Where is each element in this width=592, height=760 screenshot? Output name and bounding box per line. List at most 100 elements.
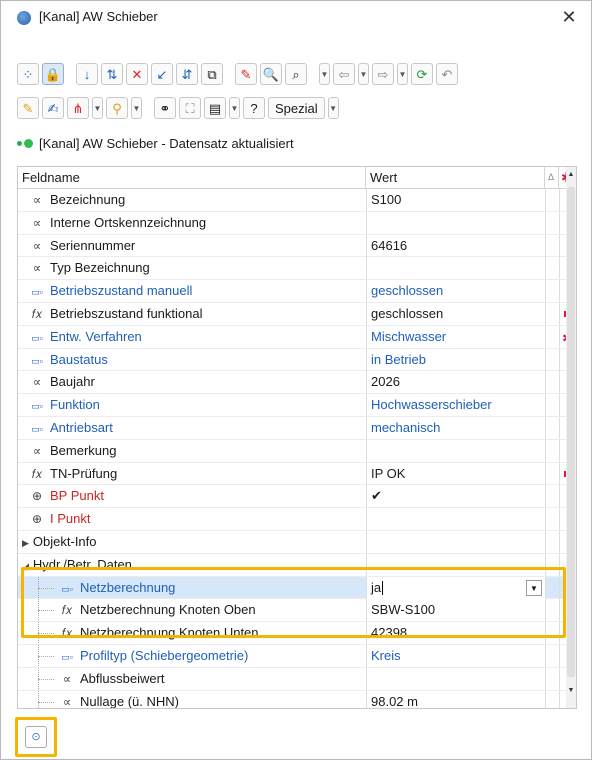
refresh-icon[interactable]: ⟳ [411, 63, 433, 85]
lock-icon[interactable]: 🔒 [42, 63, 64, 85]
field-name-cell[interactable]: ▭▫ Netzberechnung [18, 576, 366, 599]
field-value-cell[interactable]: mechanisch [366, 416, 545, 439]
close-button[interactable]: ✕ [557, 5, 581, 29]
table-row[interactable]: ▭▫Entw. VerfahrenMischwasser✱ [18, 325, 573, 349]
table-row[interactable]: ∝ Abflussbeiwert [18, 667, 566, 691]
field-value-cell[interactable]: 98.02 m [366, 690, 545, 708]
table-row[interactable]: ∝ Nullage (ü. NHN) 98.02 m [18, 690, 566, 708]
table-row[interactable]: ∝ Bemerkung [18, 439, 566, 463]
field-name-cell[interactable]: ▭▫ Profiltyp (Schiebergeometrie) [18, 644, 366, 667]
hierarchy-icon[interactable]: ⚭ [154, 97, 176, 119]
branch-arrows-icon[interactable]: ⇵ [176, 63, 198, 85]
field-name-cell[interactable]: ∝ Seriennummer [18, 235, 366, 257]
table-row[interactable]: ⊕ I Punkt [18, 508, 566, 531]
camera-icon[interactable]: ⛶ [179, 97, 201, 119]
table-row[interactable]: 𝑓𝑥 Netzberechnung Knoten Oben SBW-S100 [18, 599, 570, 623]
arrow-down-icon[interactable]: ↓ [76, 63, 98, 85]
field-value-cell[interactable]: ja ▼ [366, 576, 545, 599]
table-row[interactable]: 𝑓𝑥 Betriebszustand funktional geschlossen [18, 302, 570, 326]
eraser-icon[interactable]: ✎ [235, 63, 257, 85]
expand-toggle-icon[interactable]: ◢ [22, 561, 29, 571]
table-row[interactable]: ▭▫ Profiltyp (Schiebergeometrie) Kreis [18, 644, 566, 668]
field-value-cell[interactable]: 64616 [366, 234, 545, 257]
document-icon[interactable]: ▤ [204, 97, 226, 119]
binoculars-icon[interactable]: ⌕ [285, 63, 307, 85]
column-header-feldname[interactable]: Feldname [18, 167, 366, 188]
fan-icon[interactable]: ⋔ [67, 97, 89, 119]
field-value-cell[interactable] [366, 439, 545, 462]
field-name-cell[interactable]: ∝ Nullage (ü. NHN) [18, 690, 366, 708]
table-row[interactable]: 𝑓𝑥 TN-Prüfung IP OK [18, 462, 570, 486]
back-arrow-icon[interactable]: ⇦ [333, 63, 355, 85]
field-name-cell[interactable]: ▭▫ Baustatus [18, 349, 366, 371]
delete-x-icon[interactable]: ✕ [126, 63, 148, 85]
field-value-cell[interactable] [366, 508, 545, 531]
field-value-cell[interactable] [366, 667, 545, 690]
edit-list-icon[interactable]: ✍ [42, 97, 64, 119]
field-name-cell[interactable]: ▭▫ Antriebsart [18, 417, 366, 439]
field-value-cell[interactable]: geschlossen [366, 302, 545, 325]
table-row[interactable]: ∝ Baujahr 2026 [18, 371, 566, 395]
field-value-cell[interactable] [366, 257, 545, 280]
forward-arrow-icon[interactable]: ⇨ [372, 63, 394, 85]
value-input[interactable]: ja [371, 580, 381, 595]
group-hydr-betr-daten[interactable]: ◢ Hydr./Betr. Daten [18, 553, 566, 577]
table-row[interactable]: ▭▫ Antriebsart mechanisch [18, 416, 566, 440]
field-name-cell[interactable]: ∝ Bezeichnung [18, 189, 366, 211]
column-header-delta[interactable]: Δ [545, 167, 559, 188]
field-value-cell[interactable]: geschlossen [366, 280, 545, 303]
field-name-cell[interactable]: ∝ Typ Bezeichnung [18, 257, 366, 279]
network-settings-button[interactable]: ⊙ [15, 717, 57, 757]
table-row[interactable]: ▭▫ Netzberechnung ja ▼ [18, 576, 566, 600]
field-name-cell[interactable]: ∝ Bemerkung [18, 440, 366, 462]
field-name-cell[interactable]: 𝑓𝑥 Netzberechnung Knoten Oben [18, 599, 366, 622]
arrow-down-left-icon[interactable]: ↙ [151, 63, 173, 85]
table-row[interactable]: ⊕ BP Punkt ✔ [18, 485, 566, 509]
group-label-cell[interactable]: ◢ Hydr./Betr. Daten [18, 554, 366, 576]
dropdown-arrow-icon[interactable]: ▼ [229, 97, 240, 119]
swap-arrows-icon[interactable]: ⇅ [101, 63, 123, 85]
dropdown-arrow-icon[interactable]: ▼ [397, 63, 408, 85]
scroll-up-icon[interactable]: ▲ [566, 171, 576, 178]
group-objekt-info[interactable]: ▶ Objekt-Info [18, 530, 566, 554]
field-name-cell[interactable]: 𝑓𝑥 TN-Prüfung [18, 463, 366, 485]
field-name-cell[interactable]: ▭▫ Funktion [18, 394, 366, 416]
group-label-cell[interactable]: ▶ Objekt-Info [18, 531, 366, 553]
pen-icon[interactable]: ✎ [17, 97, 39, 119]
field-value-cell[interactable]: Mischwasser [366, 325, 545, 348]
table-row[interactable]: ▭▫ Funktion Hochwasserschieber [18, 394, 566, 417]
dropdown-arrow-icon[interactable]: ▼ [358, 63, 369, 85]
field-name-cell[interactable]: 𝑓𝑥 Betriebszustand funktional [18, 303, 366, 325]
spezial-dropdown-icon[interactable]: ▼ [327, 97, 339, 119]
field-value-cell[interactable] [366, 211, 545, 234]
scroll-down-icon[interactable]: ▼ [566, 687, 576, 694]
undo-icon[interactable]: ↶ [436, 63, 458, 85]
field-value-cell[interactable]: Hochwasserschieber [366, 394, 545, 417]
table-row[interactable]: ▭▫ Betriebszustand manuell geschlossen [18, 280, 566, 303]
field-name-cell[interactable]: ▭▫ Betriebszustand manuell [18, 280, 366, 302]
field-name-cell[interactable]: ▭▫ Entw. Verfahren [18, 326, 366, 348]
column-header-wert[interactable]: Wert [366, 167, 545, 188]
table-row[interactable]: ∝ Bezeichnung S100 [18, 189, 566, 212]
map-pin-icon[interactable]: ⚲ [106, 97, 128, 119]
field-value-cell[interactable]: S100 [366, 189, 545, 211]
table-row[interactable]: ▭▫ Baustatus in Betrieb [18, 348, 566, 372]
dropdown-arrow-icon[interactable]: ▼ [92, 97, 103, 119]
table-row[interactable]: ∝ Interne Ortskennzeichnung [18, 211, 566, 235]
dropdown-arrow-icon[interactable]: ▼ [131, 97, 142, 119]
network-nodes-icon[interactable]: ⁘ [17, 63, 39, 85]
field-name-cell[interactable]: 𝑓𝑥 Netzberechnung Knoten Unten [18, 622, 366, 645]
field-value-cell[interactable]: SBW-S100 [366, 599, 545, 622]
copy-icon[interactable]: ⧉ [201, 63, 223, 85]
field-name-cell[interactable]: ∝ Abflussbeiwert [18, 667, 366, 690]
find-folder-icon[interactable]: 🔍 [260, 63, 282, 85]
field-value-cell[interactable]: in Betrieb [366, 348, 545, 371]
scroll-thumb[interactable] [567, 187, 575, 677]
field-name-cell[interactable]: ∝ Baujahr [18, 371, 366, 393]
table-row[interactable]: ∝ Seriennummer 64616 [18, 234, 566, 258]
table-row[interactable]: 𝑓𝑥 Netzberechnung Knoten Unten 42398 [18, 622, 570, 645]
help-icon[interactable]: ? [243, 97, 265, 119]
expand-toggle-icon[interactable]: ▶ [22, 538, 29, 548]
vertical-scrollbar[interactable]: ▲ ▼ [566, 167, 576, 708]
field-value-cell[interactable]: 42398 [366, 622, 545, 645]
